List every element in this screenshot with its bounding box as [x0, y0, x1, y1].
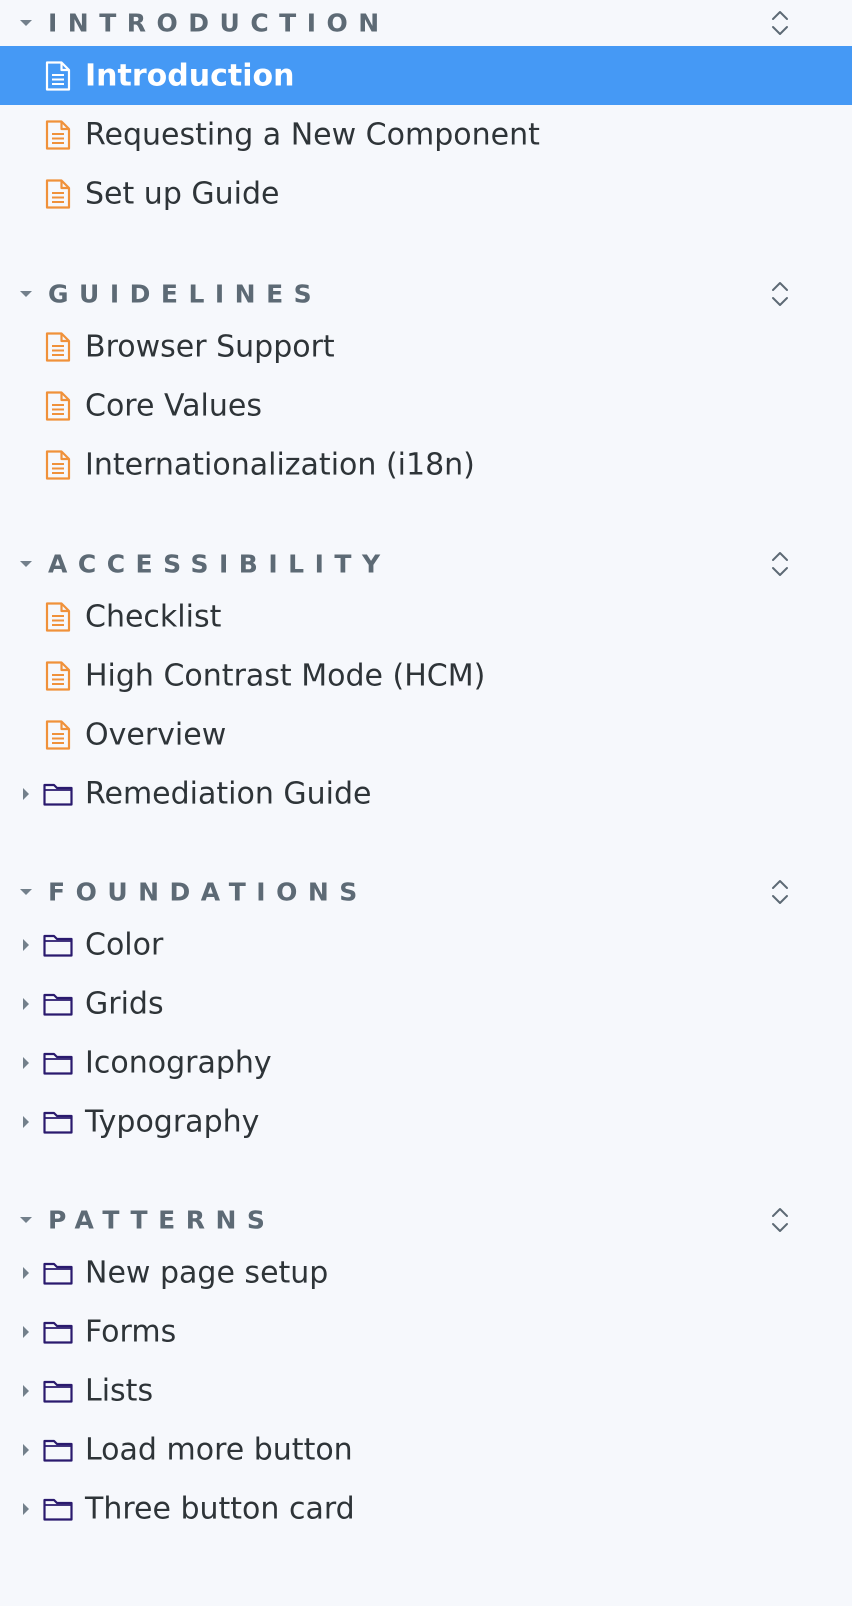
document-icon — [43, 60, 73, 91]
caret-down-icon[interactable] — [20, 291, 32, 297]
item-label: Color — [85, 927, 164, 962]
item-label: Requesting a New Component — [85, 117, 540, 152]
section-guidelines: GUIDELINES Browser Support Core Values I… — [0, 271, 852, 494]
expand-collapse-icon[interactable] — [768, 8, 792, 38]
doc-item-set-up-guide[interactable]: Set up Guide — [0, 164, 852, 223]
caret-right-icon[interactable] — [23, 938, 29, 951]
folder-item-iconography[interactable]: Iconography — [0, 1033, 852, 1092]
folder-icon — [43, 1376, 73, 1406]
folder-icon — [43, 779, 73, 809]
item-label: Forms — [85, 1314, 177, 1349]
document-icon — [43, 178, 73, 209]
folder-item-color[interactable]: Color — [0, 915, 852, 974]
section-foundations: FOUNDATIONS Color Grids Iconography Typo… — [0, 869, 852, 1151]
folder-icon — [43, 1107, 73, 1137]
caret-right-icon[interactable] — [23, 1325, 29, 1338]
folder-icon — [43, 1258, 73, 1288]
caret-right-icon[interactable] — [23, 997, 29, 1010]
item-label: Three button card — [85, 1491, 355, 1526]
expand-collapse-icon[interactable] — [768, 279, 792, 309]
item-label: Remediation Guide — [85, 776, 372, 811]
doc-item-internationalization-i18n[interactable]: Internationalization (i18n) — [0, 435, 852, 494]
expand-collapse-icon[interactable] — [768, 1205, 792, 1235]
document-icon — [43, 390, 73, 421]
expand-collapse-icon[interactable] — [768, 549, 792, 579]
item-label: Internationalization (i18n) — [85, 447, 475, 482]
folder-item-load-more-button[interactable]: Load more button — [0, 1420, 852, 1479]
folder-item-three-button-card[interactable]: Three button card — [0, 1479, 852, 1538]
caret-right-icon[interactable] — [23, 1115, 29, 1128]
item-label: Browser Support — [85, 329, 335, 364]
section-title: FOUNDATIONS — [48, 877, 368, 907]
caret-right-icon[interactable] — [23, 1443, 29, 1456]
section-introduction: INTRODUCTION Introduction Requesting a N… — [0, 0, 852, 223]
section-header-introduction[interactable]: INTRODUCTION — [0, 0, 852, 46]
folder-item-grids[interactable]: Grids — [0, 974, 852, 1033]
folder-icon — [43, 1494, 73, 1524]
section-accessibility: ACCESSIBILITY Checklist High Contrast Mo… — [0, 541, 852, 823]
doc-item-requesting-a-new-component[interactable]: Requesting a New Component — [0, 105, 852, 164]
item-label: High Contrast Mode (HCM) — [85, 658, 486, 693]
caret-right-icon[interactable] — [23, 787, 29, 800]
section-title: GUIDELINES — [48, 279, 323, 309]
caret-right-icon[interactable] — [23, 1502, 29, 1515]
section-header-patterns[interactable]: PATTERNS — [0, 1197, 852, 1243]
item-label: Set up Guide — [85, 176, 280, 211]
item-label: Overview — [85, 717, 227, 752]
section-header-foundations[interactable]: FOUNDATIONS — [0, 869, 852, 915]
item-label: Load more button — [85, 1432, 353, 1467]
doc-item-high-contrast-mode-hcm[interactable]: High Contrast Mode (HCM) — [0, 646, 852, 705]
folder-item-new-page-setup[interactable]: New page setup — [0, 1243, 852, 1302]
caret-down-icon[interactable] — [20, 889, 32, 895]
caret-right-icon[interactable] — [23, 1384, 29, 1397]
item-label: Core Values — [85, 388, 262, 423]
folder-icon — [43, 1435, 73, 1465]
caret-down-icon[interactable] — [20, 561, 32, 567]
document-icon — [43, 449, 73, 480]
section-title: PATTERNS — [48, 1205, 276, 1235]
doc-item-browser-support[interactable]: Browser Support — [0, 317, 852, 376]
document-icon — [43, 119, 73, 150]
folder-icon — [43, 1317, 73, 1347]
folder-item-lists[interactable]: Lists — [0, 1361, 852, 1420]
document-icon — [43, 331, 73, 362]
caret-down-icon[interactable] — [20, 1217, 32, 1223]
item-label: Iconography — [85, 1045, 272, 1080]
item-label: Lists — [85, 1373, 154, 1408]
document-icon — [43, 719, 73, 750]
item-label: Grids — [85, 986, 164, 1021]
expand-collapse-icon[interactable] — [768, 877, 792, 907]
folder-icon — [43, 930, 73, 960]
folder-item-forms[interactable]: Forms — [0, 1302, 852, 1361]
folder-icon — [43, 1048, 73, 1078]
caret-right-icon[interactable] — [23, 1266, 29, 1279]
doc-item-introduction[interactable]: Introduction — [0, 46, 852, 105]
folder-item-typography[interactable]: Typography — [0, 1092, 852, 1151]
section-header-accessibility[interactable]: ACCESSIBILITY — [0, 541, 852, 587]
caret-right-icon[interactable] — [23, 1056, 29, 1069]
section-title: ACCESSIBILITY — [48, 549, 391, 579]
item-label: Typography — [85, 1104, 260, 1139]
section-patterns: PATTERNS New page setup Forms Lists Load… — [0, 1197, 852, 1538]
folder-item-remediation-guide[interactable]: Remediation Guide — [0, 764, 852, 823]
caret-down-icon[interactable] — [20, 20, 32, 26]
doc-item-overview[interactable]: Overview — [0, 705, 852, 764]
item-label: Checklist — [85, 599, 222, 634]
item-label: New page setup — [85, 1255, 329, 1290]
item-label: Introduction — [85, 58, 295, 93]
document-icon — [43, 660, 73, 691]
doc-item-checklist[interactable]: Checklist — [0, 587, 852, 646]
folder-icon — [43, 989, 73, 1019]
section-header-guidelines[interactable]: GUIDELINES — [0, 271, 852, 317]
doc-item-core-values[interactable]: Core Values — [0, 376, 852, 435]
document-icon — [43, 601, 73, 632]
section-title: INTRODUCTION — [48, 8, 390, 38]
